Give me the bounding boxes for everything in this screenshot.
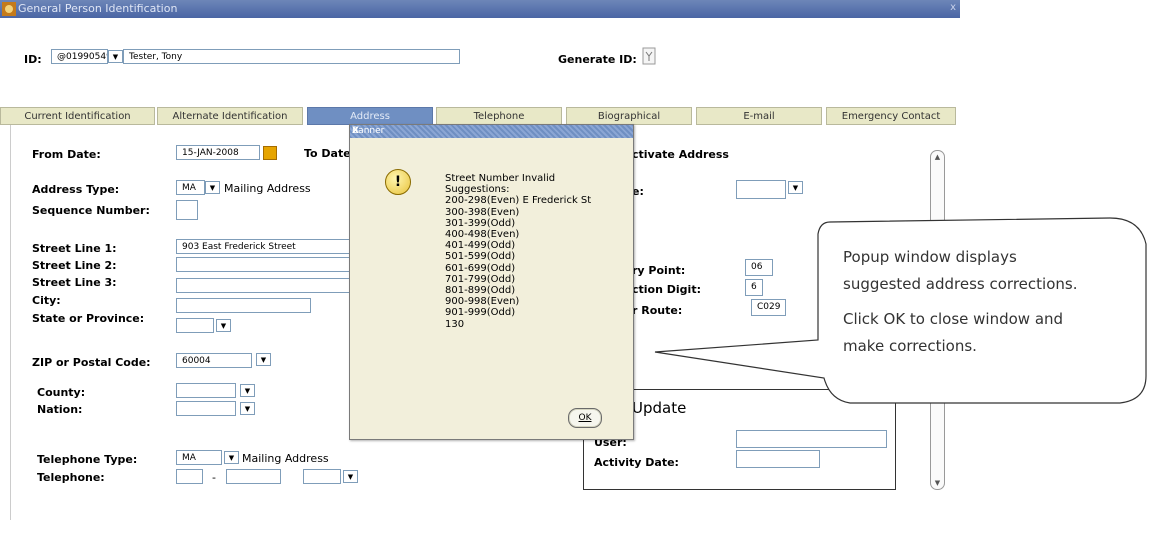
message-line: 130 bbox=[445, 318, 465, 330]
from-date-field[interactable]: 15-JAN-2008 bbox=[176, 145, 260, 160]
street-line-1-label: Street Line 1: bbox=[32, 242, 117, 255]
correction-digit-field[interactable]: 6 bbox=[745, 279, 763, 296]
message-line: 300-398(Even) bbox=[445, 206, 520, 218]
sequence-number-label: Sequence Number: bbox=[32, 204, 150, 217]
carrier-route-label: r Route: bbox=[632, 304, 683, 317]
address-type-code-field[interactable]: MA bbox=[176, 180, 205, 195]
source-field[interactable] bbox=[736, 180, 786, 199]
callout-line-4: make corrections. bbox=[843, 337, 977, 355]
id-dropdown[interactable]: ▼ bbox=[108, 50, 123, 63]
delivery-point-field[interactable]: 06 bbox=[745, 259, 773, 276]
callout-line-1: Popup window displays bbox=[843, 248, 1017, 266]
delivery-point-label: ry Point: bbox=[632, 264, 686, 277]
message-line: 601-699(Odd) bbox=[445, 262, 516, 274]
telephone-dash: - bbox=[212, 471, 216, 484]
tab-alternate-identification[interactable]: Alternate Identification bbox=[157, 107, 303, 125]
callout-line-2: suggested address corrections. bbox=[843, 275, 1078, 293]
street-line-3-label: Street Line 3: bbox=[32, 276, 117, 289]
ok-button[interactable]: OK bbox=[568, 408, 602, 428]
banner-window: General Person Identification x ID: @019… bbox=[0, 0, 960, 544]
address-type-label: Address Type: bbox=[32, 183, 120, 196]
street-line-3-field[interactable] bbox=[176, 278, 351, 293]
telephone-type-code-field[interactable]: MA bbox=[176, 450, 222, 465]
tab-email[interactable]: E-mail bbox=[696, 107, 822, 125]
id-label: ID: bbox=[24, 53, 42, 66]
from-date-label: From Date: bbox=[32, 148, 101, 161]
message-line: 801-899(Odd) bbox=[445, 285, 516, 297]
address-type-desc: Mailing Address bbox=[224, 182, 311, 195]
carrier-route-field[interactable]: C029 bbox=[751, 299, 786, 316]
window-close-button[interactable]: x bbox=[950, 2, 956, 13]
warning-icon: ! bbox=[385, 169, 411, 195]
city-field[interactable] bbox=[176, 298, 311, 313]
state-label: State or Province: bbox=[32, 312, 145, 325]
dialog-titlebar: Banner X bbox=[350, 125, 633, 138]
inactivate-address-label: ctivate Address bbox=[632, 148, 729, 161]
source-dropdown[interactable]: ▼ bbox=[788, 181, 803, 194]
message-line: 401-499(Odd) bbox=[445, 240, 516, 252]
telephone-type-desc: Mailing Address bbox=[242, 452, 329, 465]
zip-field[interactable]: 60004 bbox=[176, 353, 252, 368]
zip-label: ZIP or Postal Code: bbox=[32, 356, 151, 369]
generate-id-label: Generate ID: bbox=[558, 53, 637, 66]
to-date-label: To Date bbox=[304, 147, 351, 160]
update-group-title: Update bbox=[632, 399, 687, 417]
generate-id-icon[interactable] bbox=[642, 47, 656, 65]
sequence-number-field[interactable] bbox=[176, 200, 198, 220]
message-line: 901-999(Odd) bbox=[445, 307, 516, 319]
window-titlebar: General Person Identification x bbox=[0, 0, 960, 18]
scroll-up-icon[interactable]: ▲ bbox=[931, 153, 944, 161]
telephone-type-label: Telephone Type: bbox=[37, 453, 138, 466]
nation-dropdown[interactable]: ▼ bbox=[240, 402, 255, 415]
message-line: 200-298(Even) E Frederick St bbox=[445, 195, 592, 207]
county-dropdown[interactable]: ▼ bbox=[240, 384, 255, 397]
calendar-icon[interactable] bbox=[263, 146, 277, 160]
tab-biographical[interactable]: Biographical bbox=[566, 107, 692, 125]
correction-digit-label: ction Digit: bbox=[632, 283, 701, 296]
nation-field[interactable] bbox=[176, 401, 236, 416]
message-line: Street Number Invalid bbox=[445, 173, 556, 184]
message-line: 900-998(Even) bbox=[445, 296, 520, 308]
message-line: 301-399(Odd) bbox=[445, 217, 516, 229]
street-line-2-field[interactable] bbox=[176, 257, 351, 272]
scroll-down-icon[interactable]: ▼ bbox=[931, 479, 944, 487]
tab-current-identification[interactable]: Current Identification bbox=[0, 107, 155, 125]
tab-telephone[interactable]: Telephone bbox=[436, 107, 562, 125]
callout-line-3: Click OK to close window and bbox=[843, 310, 1064, 328]
message-line: 501-599(Odd) bbox=[445, 251, 516, 263]
street-line-1-field[interactable]: 903 East Frederick Street bbox=[176, 239, 351, 254]
zip-dropdown[interactable]: ▼ bbox=[256, 353, 271, 366]
telephone-ext-field[interactable] bbox=[303, 469, 341, 484]
telephone-number-field[interactable] bbox=[226, 469, 281, 484]
street-line-2-label: Street Line 2: bbox=[32, 259, 117, 272]
tab-strip: Current Identification Alternate Identif… bbox=[0, 107, 960, 125]
message-line: 400-498(Even) bbox=[445, 229, 520, 241]
dialog-message: Street Number Invalid Suggestions: 200-2… bbox=[445, 173, 591, 330]
window-title: General Person Identification bbox=[18, 2, 178, 15]
id-field[interactable]: @01990549 bbox=[51, 49, 108, 64]
telephone-type-dropdown[interactable]: ▼ bbox=[224, 451, 239, 464]
app-icon bbox=[2, 2, 16, 16]
city-label: City: bbox=[32, 294, 61, 307]
county-field[interactable] bbox=[176, 383, 236, 398]
dialog-close-button[interactable]: X bbox=[352, 125, 630, 138]
message-line: 701-799(Odd) bbox=[445, 273, 516, 285]
callout-text: Popup window displays suggested address … bbox=[843, 244, 1143, 360]
telephone-ext-dropdown[interactable]: ▼ bbox=[343, 470, 358, 483]
state-dropdown[interactable]: ▼ bbox=[216, 319, 231, 332]
name-field[interactable]: Tester, Tony bbox=[123, 49, 460, 64]
nation-label: Nation: bbox=[37, 403, 83, 416]
telephone-area-field[interactable] bbox=[176, 469, 203, 484]
activity-date-label: Activity Date: bbox=[594, 456, 679, 469]
user-field[interactable] bbox=[736, 430, 887, 448]
state-field[interactable] bbox=[176, 318, 214, 333]
activity-date-field[interactable] bbox=[736, 450, 820, 468]
address-type-dropdown[interactable]: ▼ bbox=[205, 181, 220, 194]
banner-dialog: Banner X ! Street Number Invalid Suggest… bbox=[349, 124, 634, 440]
county-label: County: bbox=[37, 386, 86, 399]
tab-address[interactable]: Address bbox=[307, 107, 433, 125]
message-line: Suggestions: bbox=[445, 184, 510, 196]
telephone-label: Telephone: bbox=[37, 471, 105, 484]
tab-emergency-contact[interactable]: Emergency Contact bbox=[826, 107, 956, 125]
